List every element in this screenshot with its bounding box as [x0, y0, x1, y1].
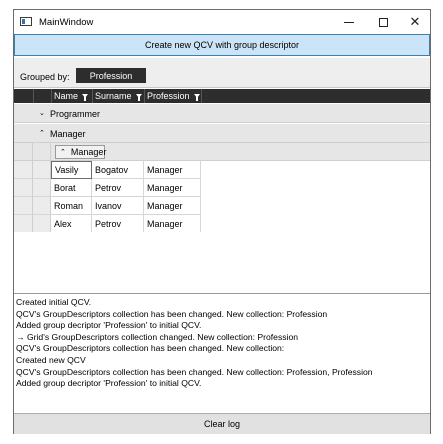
cell-name[interactable]: Vasily: [51, 161, 92, 179]
column-header-label: Surname: [95, 91, 132, 101]
group-label: Programmer: [50, 109, 101, 119]
grouping-panel: Grouped by: Profession: [14, 58, 430, 88]
title-bar[interactable]: MainWindow ✕: [14, 10, 430, 34]
row-indent: [14, 179, 33, 197]
row-indent: [14, 215, 33, 233]
group-chip-profession[interactable]: Profession: [76, 68, 146, 83]
filter-icon[interactable]: [82, 94, 89, 101]
table-row[interactable]: Vasily Bogatov Manager: [14, 161, 430, 179]
row-indent: [14, 143, 33, 161]
grid-empty-area: [14, 232, 430, 294]
cell-profession[interactable]: Manager: [144, 215, 201, 233]
cell-profession[interactable]: Manager: [144, 161, 201, 179]
table-row[interactable]: Roman Ivanov Manager: [14, 197, 430, 215]
subgroup-row-manager: ⌃ Manager: [14, 143, 430, 161]
group-row-programmer[interactable]: ⌄ Programmer: [14, 104, 430, 123]
column-header-surname[interactable]: Surname: [92, 89, 144, 103]
chevron-up-icon[interactable]: ⌃: [39, 129, 45, 137]
log-panel[interactable]: Created initial QCV. QCV's GroupDescript…: [14, 295, 430, 411]
subgroup-label: Manager: [70, 147, 107, 157]
log-line: Added group decriptor 'Profession' to in…: [16, 378, 202, 389]
row-indent: [33, 215, 51, 233]
grouped-by-label: Grouped by:: [20, 72, 70, 82]
log-line: QCV's GroupDescriptors collection has be…: [16, 343, 285, 354]
window-title: MainWindow: [39, 17, 94, 28]
row-indent: [33, 161, 51, 179]
clear-log-button[interactable]: Clear log: [14, 413, 430, 434]
table-row[interactable]: Borat Petrov Manager: [14, 179, 430, 197]
maximize-button[interactable]: [366, 10, 400, 34]
log-line: Created initial QCV.: [16, 297, 92, 307]
cell-surname[interactable]: Petrov: [92, 179, 144, 197]
header-separator: [33, 89, 34, 103]
filter-icon[interactable]: [193, 94, 200, 101]
cell-surname[interactable]: Petrov: [92, 215, 144, 233]
main-window: MainWindow ✕ Create new QCV with group d…: [0, 0, 443, 444]
chevron-down-icon[interactable]: ⌄: [39, 109, 45, 117]
close-button[interactable]: ✕: [398, 10, 432, 34]
cell-surname[interactable]: Bogatov: [92, 161, 144, 179]
column-header-label: Profession: [147, 91, 190, 101]
grid-header: Name Surname Profession: [14, 89, 430, 103]
cell-name[interactable]: Alex: [51, 215, 92, 233]
create-qcv-button[interactable]: Create new QCV with group descriptor: [14, 34, 430, 56]
row-indent: [33, 197, 51, 215]
row-indent: [33, 179, 51, 197]
group-row-manager[interactable]: ⌃ Manager: [14, 124, 430, 143]
log-line: Added group decriptor 'Profession' to in…: [16, 320, 202, 331]
row-indent: [33, 143, 51, 161]
log-line: QCV's GroupDescriptors collection has be…: [16, 308, 328, 319]
row-indent: [14, 161, 33, 179]
chevron-up-icon: ⌃: [60, 149, 66, 156]
minimize-button[interactable]: [332, 10, 366, 34]
table-row[interactable]: Alex Petrov Manager: [14, 215, 430, 233]
subgroup-toggle[interactable]: ⌃ Manager: [55, 145, 107, 159]
cell-profession[interactable]: Manager: [144, 179, 201, 197]
column-header-profession[interactable]: Profession: [144, 89, 201, 103]
cell-surname[interactable]: Ivanov: [92, 197, 144, 215]
column-header-name[interactable]: Name: [51, 89, 92, 103]
column-header-label: Name: [54, 91, 79, 101]
cell-name[interactable]: Roman: [51, 197, 92, 215]
cell-profession[interactable]: Manager: [144, 197, 201, 215]
close-icon: ✕: [409, 14, 421, 29]
group-label: Manager: [50, 129, 86, 139]
window-frame: MainWindow ✕ Create new QCV with group d…: [13, 9, 431, 434]
cell-name[interactable]: Borat: [51, 179, 92, 197]
minimize-icon: [344, 21, 354, 23]
maximize-icon: [378, 17, 388, 27]
header-separator: [201, 89, 202, 103]
row-indent: [14, 197, 33, 215]
log-line: Created new QCV: [16, 354, 86, 365]
log-line: QCV's GroupDescriptors collection has be…: [16, 366, 373, 377]
app-icon: [20, 17, 32, 26]
filter-icon[interactable]: [135, 94, 142, 101]
log-line: → Grid's GroupDescriptors collection cha…: [16, 331, 299, 342]
